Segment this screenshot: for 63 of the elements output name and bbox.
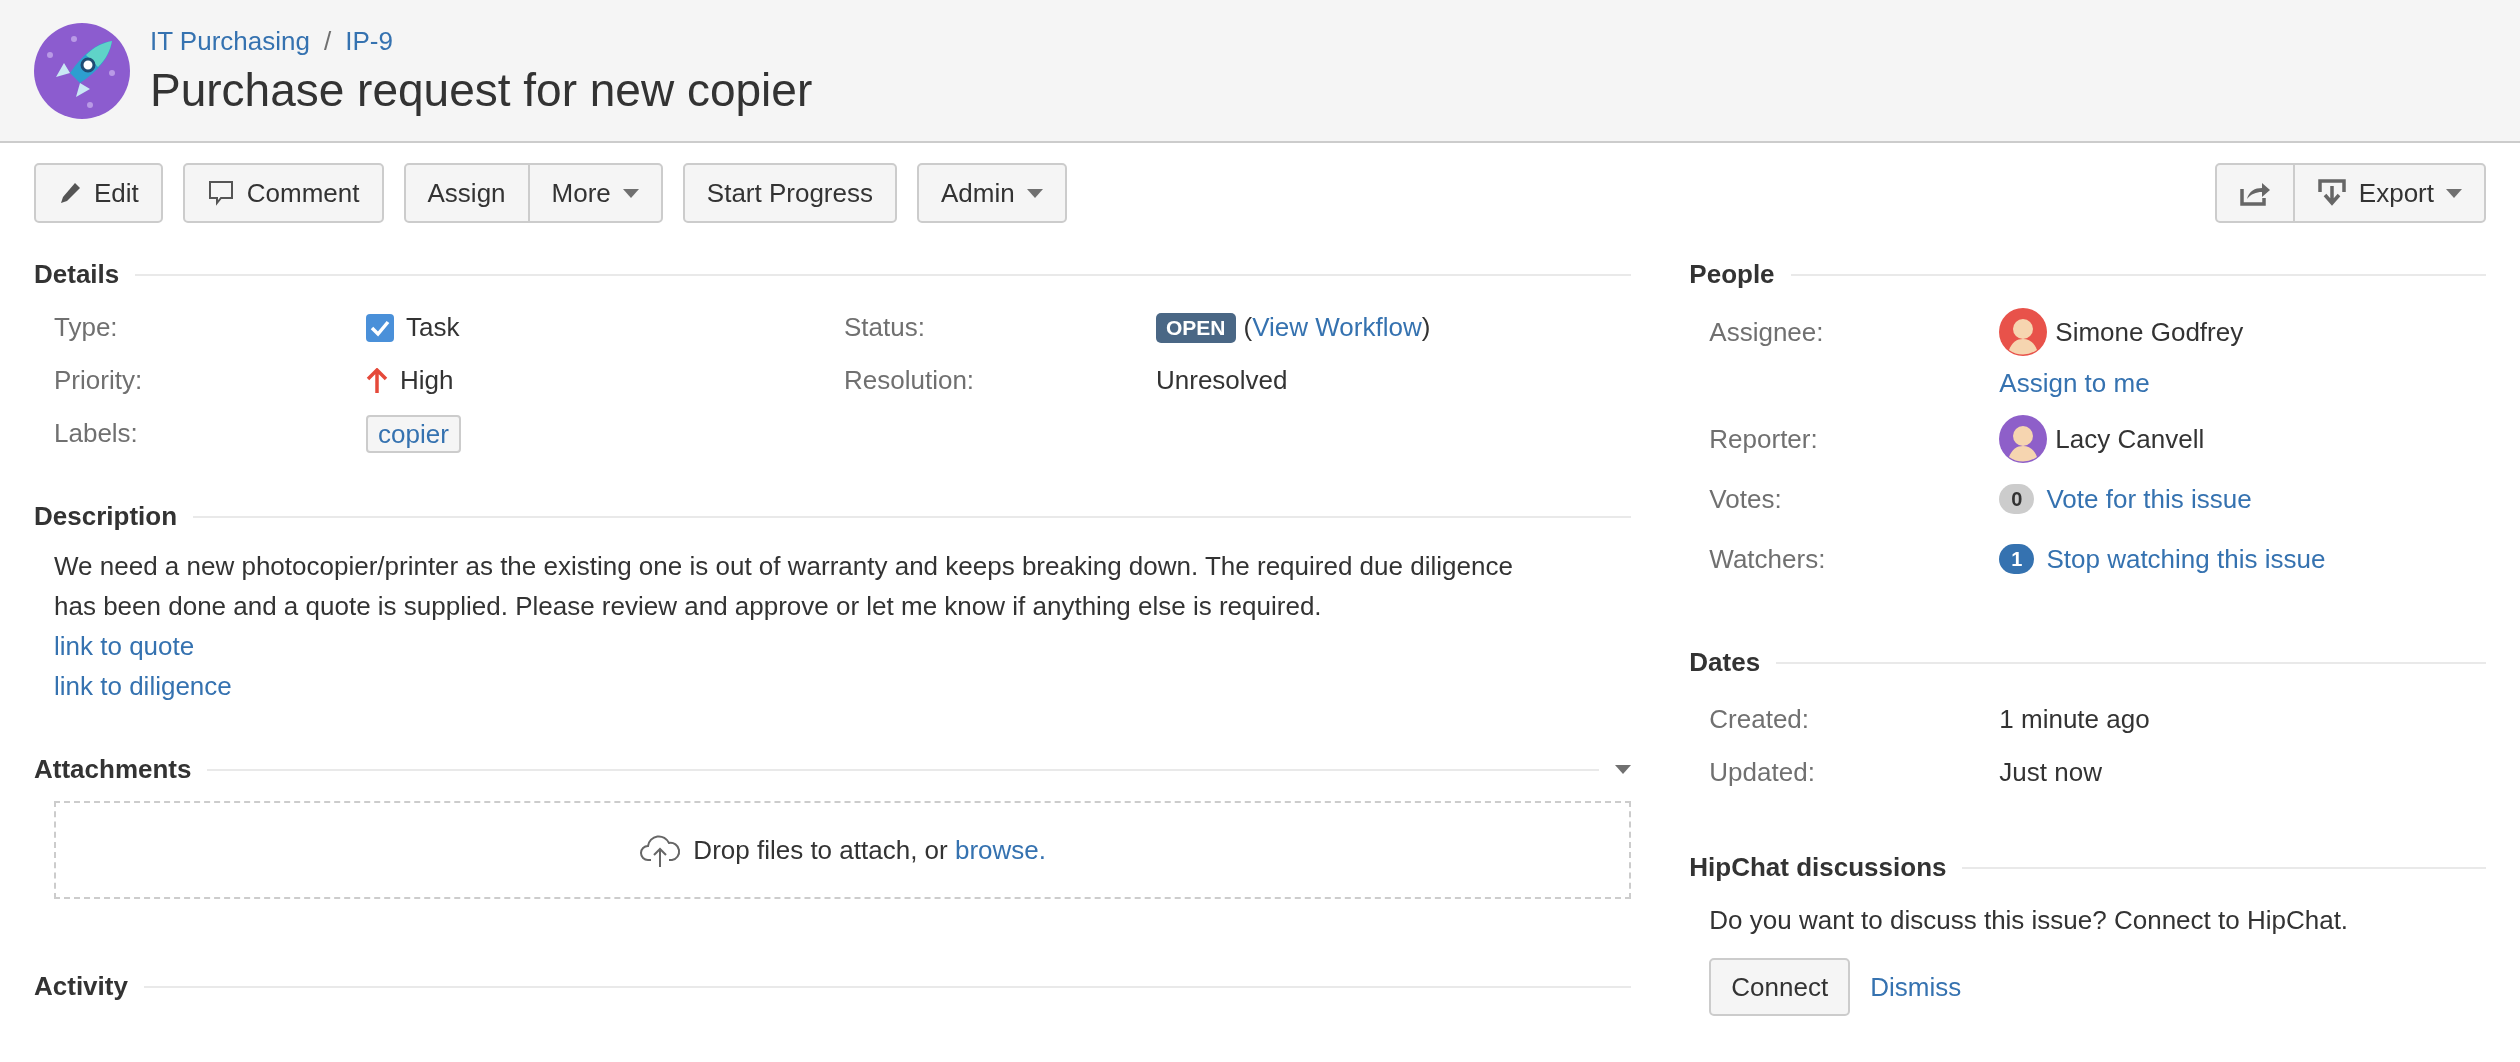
connect-button[interactable]: Connect [1709, 958, 1851, 1016]
field-label: Labels: [54, 417, 139, 450]
cloud-upload-icon [639, 832, 682, 868]
field-label: Priority: [54, 364, 144, 397]
toolbar-button[interactable]: Edit [36, 165, 161, 221]
description-link[interactable]: link to quote [54, 626, 195, 666]
field-label: Updated: [1709, 756, 1816, 789]
count-badge: 0 [1999, 484, 2035, 514]
field-label: Votes: [1709, 482, 1782, 516]
breadcrumb-link[interactable]: IT Purchasing [150, 22, 310, 61]
section-heading: Activity [34, 970, 128, 1003]
workflow-link[interactable]: View Workflow [1252, 312, 1422, 342]
field-label: Status: [844, 311, 926, 344]
description-link[interactable]: link to diligence [54, 666, 232, 706]
drop-zone[interactable]: Drop files to attach, or browse. [54, 801, 1632, 899]
up-arrow-icon [366, 367, 388, 394]
person-name: Simone Godfrey [2055, 315, 2244, 349]
section-heading: Attachments [34, 753, 192, 786]
field-label: Reporter: [1709, 422, 1818, 456]
breadcrumb-separator: / [323, 25, 332, 58]
avatar [1999, 308, 2048, 356]
toolbar-button[interactable]: Start Progress [684, 165, 895, 221]
field-label: Created: [1709, 703, 1811, 736]
issue-title: Purchase request for new copier [150, 63, 813, 118]
section-heading: Details [34, 258, 120, 291]
field-value: High [400, 364, 454, 397]
toolbar-button[interactable]: Comment [184, 165, 382, 221]
action-link[interactable]: Stop watching this issue [2046, 539, 2326, 579]
rocket-logo-icon [34, 22, 130, 119]
toolbar-button[interactable]: Admin [919, 165, 1065, 221]
hipchat-prompt: Do you want to discuss this issue? Connect to HipChat. [1708, 904, 2350, 937]
section-heading: HipChat discussions [1689, 851, 1947, 884]
field-label: Watchers: [1709, 542, 1826, 576]
date-value: 1 minute ago [1999, 703, 2151, 736]
section-heading: Dates [1689, 646, 1761, 679]
caret-icon [1615, 765, 1632, 774]
field-value: Unresolved [1156, 364, 1288, 397]
avatar [1999, 415, 2048, 463]
download-icon [2316, 178, 2347, 208]
drop-text: Drop files to attach, or browse. [693, 833, 1046, 867]
pencil-icon [58, 181, 82, 205]
field-value: Task [406, 311, 460, 344]
toolbar-button[interactable]: More [527, 165, 661, 221]
field-label: Resolution: [844, 364, 976, 397]
field-label: Assignee: [1709, 315, 1824, 349]
count-badge: 1 [1999, 544, 2035, 574]
section-heading: People [1689, 258, 1775, 291]
assign-link[interactable]: Assign to me [1999, 364, 2486, 403]
person-name: Lacy Canvell [2055, 422, 2205, 456]
speech-bubble-icon [206, 179, 235, 207]
toolbar-button[interactable]: Assign [405, 165, 528, 221]
date-value: Just now [1999, 756, 2103, 789]
browse-link[interactable]: browse. [954, 834, 1046, 865]
label-tag[interactable]: copier [366, 414, 461, 453]
workflow-text: (View Workflow) [1243, 311, 1431, 344]
field-label: Type: [54, 311, 119, 344]
action-link[interactable]: Vote for this issue [2046, 479, 2252, 519]
section-heading: Description [34, 500, 178, 533]
checkbox-icon [366, 313, 394, 342]
breadcrumb-link[interactable]: IP-9 [345, 22, 393, 61]
status-lozenge: OPEN [1156, 312, 1236, 343]
description-text: We need a new photocopier/printer as the existing one is out of warranty and keeps breaking down. The required due diligence has been done and a quote is supplied. Please review and approve or let me know if anything else is required. [54, 550, 1514, 623]
dismiss-link[interactable]: Dismiss [1870, 967, 1962, 1007]
